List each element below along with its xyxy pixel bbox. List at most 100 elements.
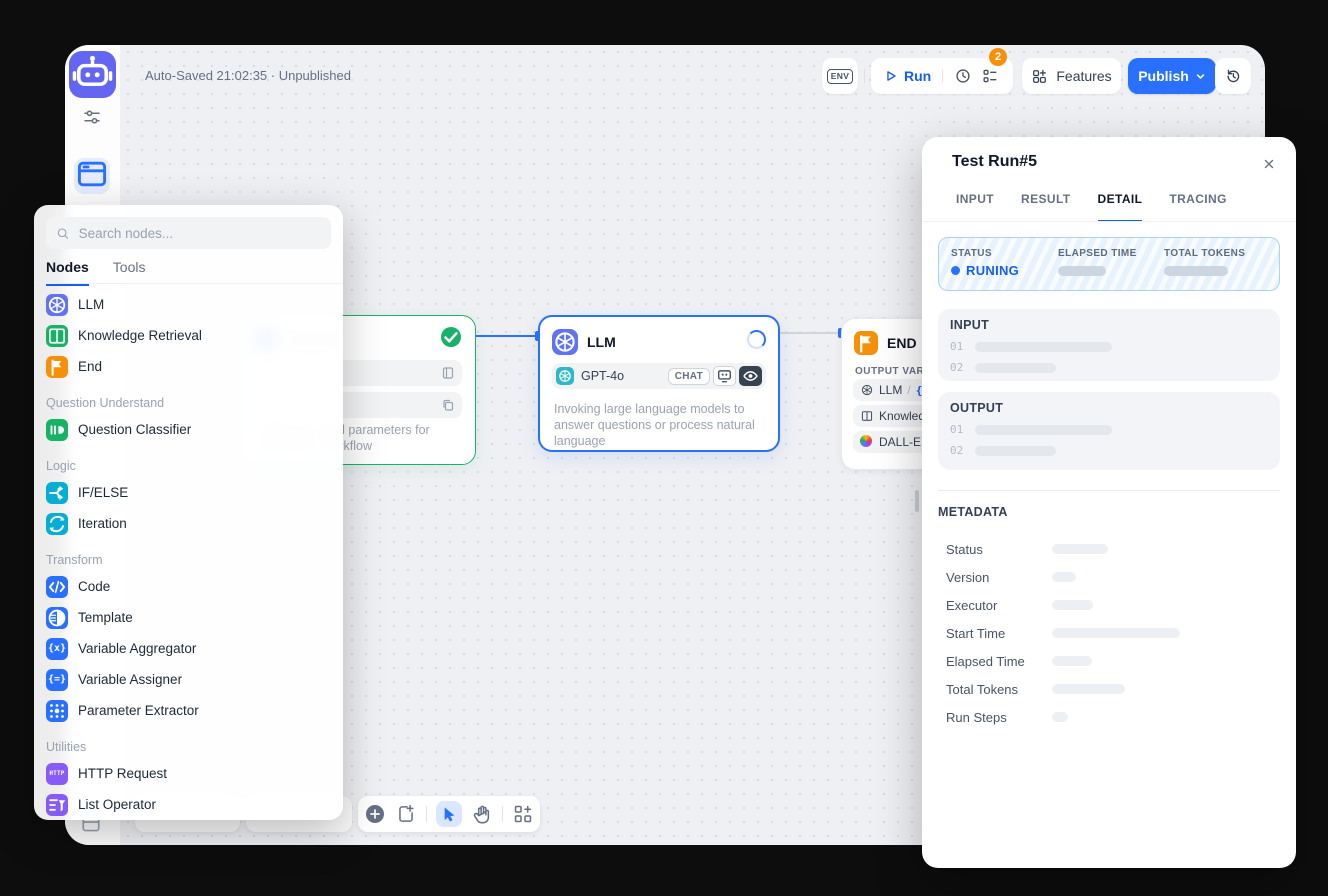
search-input[interactable] [77,225,321,242]
llm-node[interactable]: LLM GPT-4o CHAT Invoking large language … [538,315,780,452]
metadata-row-label: Start Time [946,626,1052,641]
tab-nodes[interactable]: Nodes [46,259,89,286]
node-list-item[interactable]: End [46,351,337,382]
llm-model-name: GPT-4o [581,369,624,383]
node-list-item[interactable]: Parameter Extractor [46,695,337,726]
node-item-label: HTTP Request [78,766,167,781]
end-node-title: END [887,335,917,351]
node-selector-panel: Nodes Tools LLMKnowledge RetrievalEnd Ques… [34,205,343,820]
close-button[interactable] [1258,153,1280,175]
metadata-skeleton [1052,544,1108,554]
add-note-button[interactable] [395,803,417,825]
run-panel-tabs: INPUT RESULT DETAIL TRACING [956,192,1227,222]
llm-mini-icon [860,383,874,397]
close-icon [1262,157,1276,171]
edge-start-llm [474,335,538,337]
status-label: STATUS [951,248,1019,259]
node-item-label: Code [78,579,110,594]
node-list-item[interactable]: {x} Variable Aggregator [46,633,337,664]
checklist-icon[interactable] [981,67,999,85]
run-history-icon[interactable] [954,67,972,85]
metadata-row-label: Executor [946,598,1052,613]
run-tab-detail[interactable]: DETAIL [1098,192,1143,222]
output-skeleton [975,446,1056,456]
node-item-label: IF/ELSE [78,485,128,500]
classifier-icon [46,419,68,441]
node-list-item[interactable]: Code [46,571,337,602]
node-group-title: Logic [46,455,337,477]
branch-icon [46,482,68,504]
node-list-item[interactable]: Iteration [46,508,337,539]
panel-toggle-button[interactable] [74,158,110,194]
env-icon: ENV [827,69,852,84]
slash-separator: / [907,383,910,397]
robot-icon [69,49,116,101]
llm-model-row[interactable]: GPT-4o CHAT [552,363,766,389]
publish-label: Publish [1138,68,1189,84]
status-card: STATUS RUNING ELAPSED TIME TOTAL TOKENS [938,237,1280,291]
metadata-label: METADATA [938,505,1008,519]
flag-icon [46,356,68,378]
end-variable-source: LLM [879,383,902,397]
assigner-icon: {=} [46,669,68,691]
metadata-row-label: Status [946,542,1052,557]
features-button[interactable]: Features [1022,58,1121,94]
metadata-row: Executor [946,591,1272,619]
node-group-title: Utilities [46,736,337,758]
app-logo[interactable] [69,51,116,98]
run-button[interactable]: Run [904,68,931,84]
output-card: OUTPUT 01 02 [938,392,1280,470]
aggregator-icon: {x} [46,638,68,660]
tab-tools[interactable]: Tools [113,259,146,286]
node-list-item[interactable]: {=}Variable Assigner [46,664,337,695]
running-spinner-icon [747,330,766,349]
node-list-item[interactable]: Template [46,602,337,633]
input-label: INPUT [950,318,1268,332]
metadata-row: Elapsed Time [946,647,1272,675]
features-label: Features [1056,68,1111,84]
version-history-button[interactable] [1215,58,1251,94]
success-check-icon [441,327,461,347]
node-list-item[interactable]: Question Classifier [46,414,337,445]
run-tab-input[interactable]: INPUT [956,192,994,222]
loop-icon [46,513,68,535]
play-icon[interactable] [883,68,899,84]
workflow-settings-icon[interactable] [82,107,102,127]
metadata-row: Version [946,563,1272,591]
copy-icon [441,398,455,412]
node-list-item[interactable]: IF/ELSE [46,477,337,508]
elapsed-skeleton [1058,266,1106,276]
publish-button[interactable]: Publish [1128,58,1216,94]
llm-icon [552,329,578,355]
metadata-rows: Status Version Executor Start Time Elapsed T… [946,535,1272,731]
run-tab-result[interactable]: RESULT [1021,192,1071,222]
env-button[interactable]: ENV [822,58,858,94]
flag-icon [854,331,878,355]
node-list-item[interactable]: Knowledge Retrieval [46,320,337,351]
add-node-button[interactable] [364,803,386,825]
metadata-skeleton [1052,628,1180,638]
node-item-label: Variable Aggregator [78,641,196,656]
code-icon [46,576,68,598]
tabs-divider [34,283,343,284]
window-icon [74,156,110,197]
organize-button[interactable] [512,803,534,825]
hand-mode-button[interactable] [471,803,493,825]
pointer-mode-button[interactable] [436,801,462,827]
edge-llm-end [776,332,841,334]
topbar-divider [864,69,865,83]
toolbar-divider [426,806,427,822]
status-value: RUNING [966,263,1019,278]
node-list-item[interactable]: HTTP HTTP Request [46,758,337,789]
run-tab-tracing[interactable]: TRACING [1169,192,1226,222]
book-icon [46,325,68,347]
node-list-item[interactable]: List Operator [46,789,337,820]
metadata-row: Start Time [946,619,1272,647]
metadata-row-label: Elapsed Time [946,654,1052,669]
canvas-scrollbar[interactable] [915,490,919,512]
output-skeleton [975,425,1112,435]
node-list-item[interactable]: LLM [46,289,337,320]
autosave-status: Auto-Saved 21:02:35 · Unpublished [145,58,351,94]
http-icon: HTTP [46,763,68,785]
metadata-row: Total Tokens [946,675,1272,703]
